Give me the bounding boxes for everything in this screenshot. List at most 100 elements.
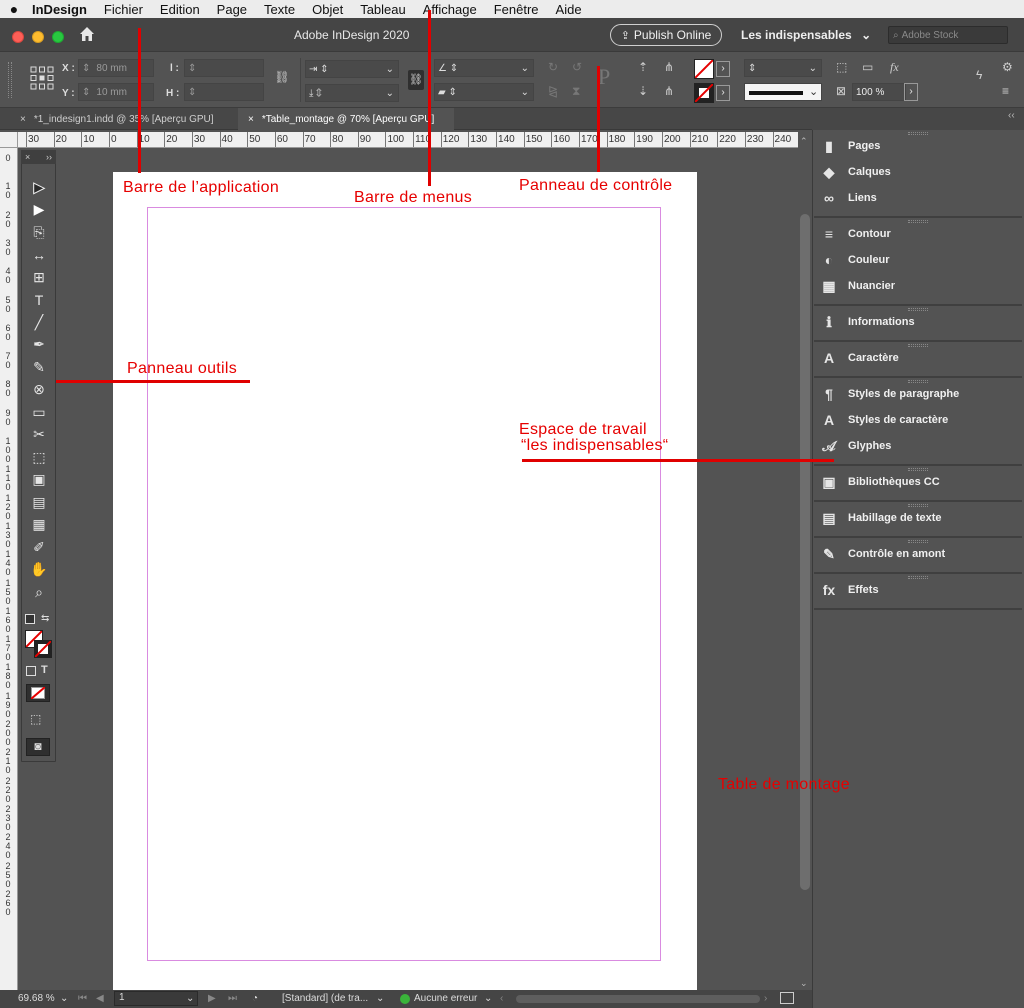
stroke-box[interactable]	[34, 640, 52, 658]
formatting-text-icon[interactable]: T	[41, 664, 48, 676]
scale-y-field[interactable]: ⤓ ⇕ ⌄	[305, 84, 399, 102]
ruler-origin[interactable]	[0, 132, 18, 148]
close-icon[interactable]: ×	[25, 152, 30, 162]
rotate-cw-icon[interactable]: ↻	[548, 60, 558, 74]
next-page-icon[interactable]: ▶	[208, 993, 216, 1004]
horizontal-scroll-track[interactable]	[516, 995, 760, 1003]
workspace-switcher[interactable]: Les indispensables ⌄	[741, 28, 871, 42]
menu-aide[interactable]: Aide	[547, 2, 590, 17]
menu-affichage[interactable]: Affichage	[414, 2, 485, 17]
shear-field[interactable]: ▰ ⇕ ⌄	[434, 83, 534, 101]
opacity-menu-button[interactable]: ›	[904, 83, 918, 101]
scale-x-field[interactable]: ⇥ ⇕ ⌄	[305, 60, 399, 78]
scroll-left-icon[interactable]: ‹	[500, 993, 503, 1004]
chevron-down-icon[interactable]: ⌄	[376, 993, 384, 1004]
content-placement-icon[interactable]: ▭	[862, 60, 873, 74]
menu-edition[interactable]: Edition	[151, 2, 208, 17]
panel-group-grip[interactable]	[908, 576, 928, 579]
menu-page[interactable]: Page	[208, 2, 255, 17]
gear-icon[interactable]: ⚙	[1002, 60, 1013, 74]
menu-fenetre[interactable]: Fenêtre	[485, 2, 547, 17]
panel-styles-de-paragraphe[interactable]: ¶ Styles de paragraphe	[820, 382, 959, 406]
select-previous-icon[interactable]: ⋔	[664, 60, 674, 74]
opacity-field[interactable]: 100 %	[852, 83, 906, 101]
panel-habillage-de-texte[interactable]: ▤ Habillage de texte	[820, 506, 941, 530]
panel-group-grip[interactable]	[908, 132, 928, 135]
line-tool[interactable]: ╱	[27, 312, 51, 332]
scroll-right-icon[interactable]: ›	[764, 993, 767, 1004]
direct-selection-tool[interactable]: ▶	[27, 200, 51, 220]
menu-tableau[interactable]: Tableau	[352, 2, 415, 17]
panel-glyphes[interactable]: 𝒜 Glyphes	[820, 434, 891, 458]
x-position-field[interactable]: ⇕ 80 mm	[78, 59, 154, 77]
previous-page-icon[interactable]: ◀	[96, 993, 104, 1004]
close-window-button[interactable]	[12, 31, 24, 43]
zoom-window-button[interactable]	[52, 31, 64, 43]
rectangle-frame-tool[interactable]: ⊗	[27, 380, 51, 400]
flip-vertical-icon[interactable]: ⧗	[572, 84, 580, 99]
close-icon[interactable]: ×	[20, 114, 26, 125]
flip-horizontal-icon[interactable]: ⧎	[548, 84, 558, 98]
lightning-icon[interactable]: ϟ	[976, 68, 982, 82]
collapse-dock-icon[interactable]: ‹‹	[1008, 110, 1015, 121]
panel-group-grip[interactable]	[908, 220, 928, 223]
panel-styles-de-caractère[interactable]: A Styles de caractère	[820, 408, 948, 432]
menu-fichier[interactable]: Fichier	[95, 2, 151, 17]
stroke-type-select[interactable]: ⌄	[744, 83, 822, 101]
stroke-menu-button[interactable]: ›	[716, 85, 730, 101]
home-icon[interactable]	[78, 25, 96, 43]
vertical-ruler[interactable]: 01 02 03 04 05 06 07 08 09 01 0 01 1 01 …	[0, 148, 18, 998]
panel-calques[interactable]: ◆ Calques	[820, 160, 891, 184]
link-scale-icon[interactable]: ⛓	[408, 70, 424, 90]
fitting-icon[interactable]: ⬚	[836, 60, 847, 74]
select-container-icon[interactable]: ⇡	[638, 60, 648, 74]
panel-nuancier[interactable]: ▦ Nuancier	[820, 274, 895, 298]
scroll-down-icon[interactable]: ⌄	[800, 978, 808, 989]
expand-icon[interactable]: ››	[46, 152, 52, 162]
hand-tool[interactable]: ✋	[27, 560, 51, 580]
note-tool[interactable]: ▦	[27, 515, 51, 535]
swap-fill-stroke-icon[interactable]: ⇆	[41, 613, 49, 624]
preview-mode-icon[interactable]: ◙	[26, 738, 50, 756]
tools-panel-header[interactable]: × ››	[21, 150, 56, 164]
selection-tool[interactable]: ▶	[27, 177, 51, 197]
panel-liens[interactable]: ∞ Liens	[820, 186, 877, 210]
preflight-status[interactable]: Aucune erreur	[414, 993, 477, 1004]
scissors-tool[interactable]: ✂	[27, 425, 51, 445]
reference-point-icon[interactable]	[30, 66, 54, 90]
tab-table-montage[interactable]: × *Table_montage @ 70% [Aperçu GPU]	[238, 108, 454, 130]
content-collector-tool[interactable]: ⊞	[27, 267, 51, 287]
apply-none-icon[interactable]	[26, 684, 50, 702]
formatting-container-icon[interactable]	[26, 666, 36, 676]
hamburger-menu-icon[interactable]: ≡	[1002, 84, 1009, 98]
eyedropper-tool[interactable]: ✐	[27, 537, 51, 557]
panel-group-grip[interactable]	[908, 344, 928, 347]
menu-objet[interactable]: Objet	[304, 2, 352, 17]
pen-tool[interactable]: ✒	[27, 335, 51, 355]
select-next-icon[interactable]: ⋔	[664, 84, 674, 98]
width-field[interactable]: ⇕	[184, 59, 264, 77]
split-view-icon[interactable]	[780, 992, 794, 1004]
panel-contrôle-en-amont[interactable]: ✎ Contrôle en amont	[820, 542, 945, 566]
type-tool[interactable]: T	[27, 290, 51, 310]
panel-couleur[interactable]: ◐ Couleur	[820, 248, 890, 272]
gap-tool[interactable]: ↔	[27, 245, 51, 265]
zoom-tool[interactable]: ⌕	[27, 582, 51, 602]
default-fill-stroke-icon[interactable]	[25, 614, 35, 624]
style-source[interactable]: [Standard] (de tra...	[282, 993, 368, 1004]
gradient-feather-tool[interactable]: ▤	[27, 492, 51, 512]
panel-grip-icon[interactable]	[8, 62, 12, 98]
minimize-window-button[interactable]	[32, 31, 44, 43]
select-content-icon[interactable]: ⇣	[638, 84, 648, 98]
fx-icon[interactable]: fx	[890, 60, 899, 75]
fill-menu-button[interactable]: ›	[716, 61, 730, 77]
free-transform-tool[interactable]: ⬚	[27, 447, 51, 467]
adobe-stock-search[interactable]: ⌕ Adobe Stock	[888, 26, 1008, 44]
rotation-field[interactable]: ∠ ⇕ ⌄	[434, 59, 534, 77]
last-page-icon[interactable]: ⏭	[228, 993, 237, 1004]
constrain-proportions-icon[interactable]: ⛓	[274, 70, 290, 84]
stroke-swatch[interactable]	[694, 83, 714, 103]
page-tool[interactable]: ⎘	[27, 222, 51, 242]
chevron-down-icon[interactable]: ⌄	[186, 993, 194, 1004]
height-field[interactable]: ⇕	[184, 83, 264, 101]
